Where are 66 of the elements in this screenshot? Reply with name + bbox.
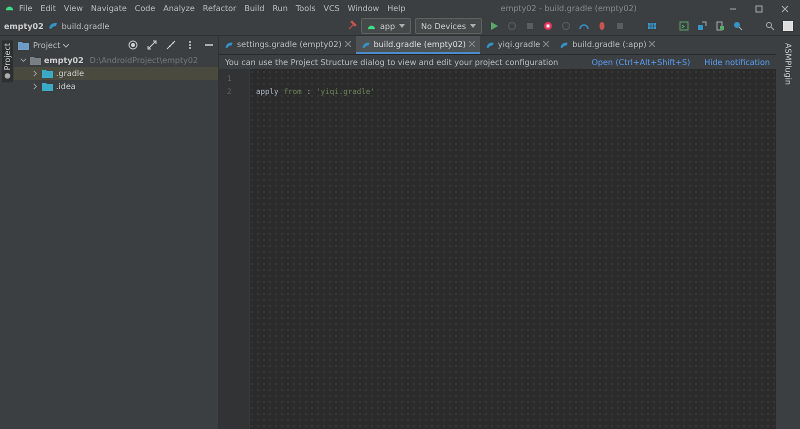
editor-tab[interactable]: build.gradle (empty02) <box>356 36 480 54</box>
device-dropdown[interactable]: No Devices <box>415 18 482 34</box>
search-icon[interactable] <box>765 21 775 31</box>
close-tab-icon[interactable] <box>649 41 656 47</box>
tree-row[interactable]: empty02 D:\AndroidProject\empty02 <box>14 54 218 67</box>
terminal-icon[interactable] <box>679 21 689 31</box>
target-icon[interactable] <box>128 40 138 50</box>
caret-icon <box>399 24 406 28</box>
run-icon[interactable] <box>489 21 499 31</box>
folder-name: empty02 <box>44 56 84 65</box>
folder-icon <box>42 69 53 78</box>
android-icon <box>366 22 376 30</box>
tree-row[interactable]: .idea <box>14 80 218 93</box>
menu-item[interactable]: Refactor <box>198 4 240 13</box>
menu-item[interactable]: Navigate <box>86 4 131 13</box>
menu-item[interactable]: View <box>60 4 87 13</box>
close-tab-icon[interactable] <box>468 41 475 47</box>
notification-link[interactable]: Open (Ctrl+Alt+Shift+S) <box>592 58 690 66</box>
file-breadcrumb[interactable]: build.gradle <box>62 22 110 30</box>
circle-icon <box>4 72 10 80</box>
chevron-icon[interactable] <box>32 70 39 77</box>
maximize-icon[interactable] <box>754 4 764 14</box>
hammer-icon[interactable] <box>346 20 357 30</box>
stop-icon[interactable] <box>543 21 553 31</box>
close-tab-icon[interactable] <box>543 41 550 47</box>
folder-icon <box>30 56 41 65</box>
menu-item[interactable]: Window <box>344 4 384 13</box>
menu-item[interactable]: Build <box>240 4 268 13</box>
folder-path: D:\AndroidProject\empty02 <box>90 56 198 65</box>
menu-item[interactable]: Help <box>383 4 410 13</box>
gradle-file-icon[interactable] <box>48 20 58 30</box>
menu-item[interactable]: Edit <box>36 4 60 13</box>
expand-icon[interactable] <box>147 40 157 50</box>
caret-icon <box>470 24 476 28</box>
notification-text: You can use the Project Structure dialog to view and edit your project configuration <box>225 58 558 66</box>
chevron-icon <box>62 44 69 48</box>
folder-name: .idea <box>56 82 76 91</box>
run-config-dropdown[interactable]: app <box>360 18 412 34</box>
menu-item[interactable]: File <box>15 4 36 13</box>
close-icon[interactable] <box>780 4 790 14</box>
gradle-file-icon <box>224 40 234 48</box>
project-tool-tab[interactable]: Project <box>2 40 12 82</box>
grid-icon[interactable] <box>647 21 657 31</box>
gradle-file-icon <box>360 40 371 48</box>
close-tab-icon[interactable] <box>344 41 351 47</box>
panel-view-dropdown[interactable]: Project <box>33 40 69 50</box>
menu-item[interactable]: Code <box>130 4 160 13</box>
folder-icon <box>18 40 29 50</box>
menu-item[interactable]: VCS <box>320 4 344 13</box>
plugin-tool-tab[interactable]: ASMPlugin <box>782 40 794 88</box>
menu-item[interactable]: Tools <box>292 4 320 13</box>
editor-tab[interactable]: build.gradle (:app) <box>554 36 660 54</box>
chevron-icon[interactable] <box>20 57 27 64</box>
notification-link[interactable]: Hide notification <box>704 58 770 66</box>
menu-item[interactable]: Analyze <box>159 4 199 13</box>
editor-tab[interactable]: settings.gradle (empty02) <box>219 36 356 54</box>
window-title: empty02 - build.gradle (empty02) <box>500 4 638 13</box>
project-breadcrumb[interactable]: empty02 <box>4 22 44 30</box>
gradle-file-icon <box>484 40 495 48</box>
editor-tab[interactable]: yiqi.gradle <box>480 36 554 54</box>
menu-item[interactable]: Run <box>268 4 292 13</box>
tree-row[interactable]: .gradle <box>14 67 218 80</box>
folder-icon <box>42 82 53 91</box>
gradle-file-icon <box>559 40 570 48</box>
folder-name: .gradle <box>56 69 84 78</box>
chevron-icon[interactable] <box>32 83 39 90</box>
